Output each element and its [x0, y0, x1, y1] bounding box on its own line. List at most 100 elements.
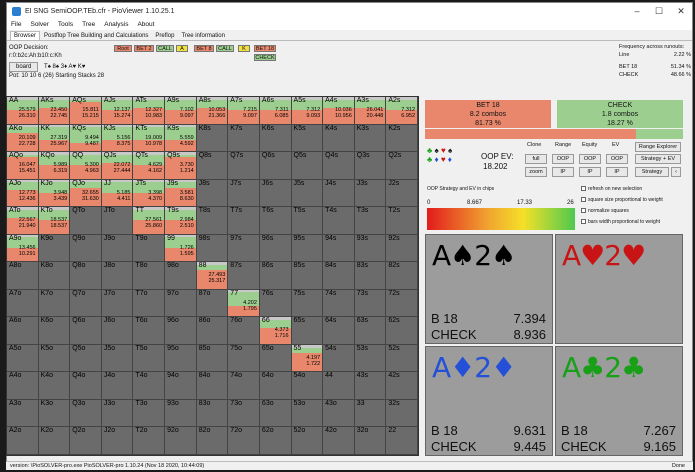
zoom-button[interactable]: zoom [525, 167, 547, 177]
range-cell[interactable]: K4s [323, 124, 355, 153]
range-cell[interactable]: A5s 7.312 9.093 [291, 97, 324, 125]
range-cell[interactable]: J6o [101, 317, 134, 345]
range-cell[interactable]: KTo 18.537 18.537 [38, 207, 71, 235]
range-cell[interactable]: J4o [101, 372, 134, 400]
range-cell[interactable]: T7s [228, 207, 260, 235]
range-cell[interactable]: 88 27.493 25.317 [196, 262, 229, 290]
tab-tree-info[interactable]: Tree information [178, 32, 227, 40]
range-cell[interactable]: 98s [196, 234, 229, 263]
range-cell[interactable]: A6s 7.311 6.085 [259, 97, 292, 125]
range-cell[interactable]: A2o [7, 427, 39, 455]
range-cell[interactable]: 54o [291, 372, 324, 400]
range-cell[interactable]: 75o [228, 344, 260, 373]
range-cell[interactable]: 74s [323, 289, 355, 318]
strategy-ev-button[interactable]: Strategy + EV [635, 154, 681, 164]
range-cell[interactable]: K7s [228, 124, 260, 153]
range-cell[interactable]: K8o [38, 262, 71, 290]
range-cell[interactable]: AJs 12.137 15.274 [101, 97, 134, 125]
range-cell[interactable]: 76s [259, 289, 292, 318]
range-cell[interactable]: A9o 13.456 10.291 [7, 234, 39, 263]
range-cell[interactable]: K4o [38, 372, 71, 400]
range-cell[interactable]: AKs 23.450 22.745 [38, 97, 71, 125]
range-cell[interactable]: Q2o [70, 427, 102, 455]
range-cell[interactable]: J7s [228, 179, 260, 208]
range-cell[interactable]: 64o [259, 372, 292, 400]
diamond-icon-2[interactable]: ♦ [448, 155, 452, 164]
range-cell[interactable]: AQs 15.811 15.215 [70, 97, 102, 125]
range-cell[interactable]: QQ 5.300 4.963 [70, 152, 102, 180]
range-cell[interactable]: KQs 9.494 9.487 [70, 124, 102, 153]
range-cell[interactable]: K2o [38, 427, 71, 455]
range-cell[interactable]: 42o [323, 427, 355, 455]
range-cell[interactable]: Q6o [70, 317, 102, 345]
bet-action-box[interactable]: BET 18 8.2 combos 81.73 % [425, 100, 551, 128]
range-cell[interactable]: 66 4.373 1.716 [259, 317, 292, 345]
range-cell[interactable]: 85o [196, 344, 229, 373]
range-cell[interactable]: A8o [7, 262, 39, 290]
range-cell[interactable]: T4s [323, 207, 355, 235]
full-button[interactable]: full [525, 154, 547, 164]
range-cell[interactable]: Q4o [70, 372, 102, 400]
range-cell[interactable]: T8s [196, 207, 229, 235]
range-cell[interactable]: A6o [7, 317, 39, 345]
range-cell[interactable]: 32o [354, 427, 387, 455]
menu-about[interactable]: About [137, 21, 154, 28]
range-cell[interactable]: A8s 10.053 21.366 [196, 97, 229, 125]
range-cell[interactable]: T6o [133, 317, 166, 345]
range-cell[interactable]: 95o [165, 344, 197, 373]
range-cell[interactable]: KQo 5.989 6.319 [38, 152, 71, 180]
range-cell[interactable]: J7o [101, 289, 134, 318]
range-cell[interactable]: 92s [386, 234, 418, 263]
range-cell[interactable]: JTs 3.398 4.370 [133, 179, 166, 208]
tree-bet18-button[interactable]: BET 18 [254, 45, 276, 52]
range-cell[interactable]: A2s 7.312 6.952 [386, 97, 418, 125]
tree-call-button[interactable]: CALL [156, 45, 174, 52]
range-cell[interactable]: K7o [38, 289, 71, 318]
range-cell[interactable]: T5s [291, 207, 324, 235]
range-cell[interactable]: T8o [133, 262, 166, 290]
range-cell[interactable]: J4s [323, 179, 355, 208]
range-cell[interactable]: 93s [354, 234, 387, 263]
range-cell[interactable]: KJo 3.948 3.439 [38, 179, 71, 208]
range-cell[interactable]: K9s 5.559 4.592 [165, 124, 197, 153]
range-cell[interactable]: QTo [70, 207, 102, 235]
range-cell[interactable]: 83o [196, 399, 229, 428]
range-cell[interactable]: 42s [386, 372, 418, 400]
range-cell[interactable]: K5o [38, 344, 71, 373]
range-cell[interactable]: T3s [354, 207, 387, 235]
range-cell[interactable]: 64s [323, 317, 355, 345]
range-cell[interactable]: 73s [354, 289, 387, 318]
range-cell[interactable]: 93o [165, 399, 197, 428]
range-cell[interactable]: 63o [259, 399, 292, 428]
spade-icon[interactable]: ♠ [434, 146, 438, 155]
tree-turn-card[interactable]: A [176, 45, 188, 52]
square-size-checkbox[interactable]: square size proportional to weight [581, 197, 663, 203]
range-cell[interactable]: 97o [165, 289, 197, 318]
range-cell[interactable]: 54s [323, 344, 355, 373]
range-cell[interactable]: 84o [196, 372, 229, 400]
range-cell[interactable]: 85s [291, 262, 324, 290]
range-cell[interactable]: 73o [228, 399, 260, 428]
range-cell[interactable]: 33 [354, 399, 387, 428]
range-cell[interactable]: 94s [323, 234, 355, 263]
combo-spades[interactable]: A♠2♠ B 18 7.394 CHECK 8.936 [425, 234, 553, 344]
menu-analysis[interactable]: Analysis [104, 21, 128, 28]
range-cell[interactable]: K6s [259, 124, 292, 153]
tab-preflop[interactable]: Preflop [152, 32, 177, 40]
range-cell[interactable]: 62s [386, 317, 418, 345]
range-cell[interactable]: 96o [165, 317, 197, 345]
range-cell[interactable]: 72o [228, 427, 260, 455]
range-cell[interactable]: J6s [259, 179, 292, 208]
range-cell[interactable]: 52o [291, 427, 324, 455]
range-cell[interactable]: J2o [101, 427, 134, 455]
heart-icon[interactable]: ♥ [441, 146, 446, 155]
range-cell[interactable]: A4s 10.036 10.956 [323, 97, 355, 125]
range-cell[interactable]: K3s [354, 124, 387, 153]
tab-postflop[interactable]: Postflop Tree Building and Calculations [41, 32, 151, 40]
range-explorer-button[interactable]: Range Explorer [635, 142, 681, 152]
range-cell[interactable]: Q7s [228, 152, 260, 180]
range-cell[interactable]: 82s [386, 262, 418, 290]
range-cell[interactable]: JTo [101, 207, 134, 235]
range-cell[interactable]: 96s [259, 234, 292, 263]
range-cell[interactable]: 63s [354, 317, 387, 345]
